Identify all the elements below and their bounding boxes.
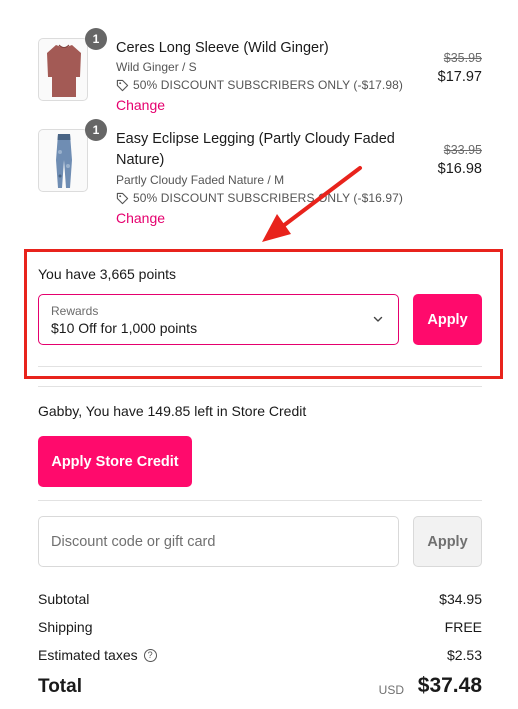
product-variant: Wild Ginger / S (116, 60, 197, 74)
quantity-badge: 1 (85, 28, 107, 50)
discount-line: 50% DISCOUNT SUBSCRIBERS ONLY (-$16.97) (116, 191, 403, 205)
taxes-value: $2.53 (446, 647, 482, 663)
product-name: Ceres Long Sleeve (Wild Ginger) (116, 40, 329, 56)
shipping-label: Shipping (38, 619, 93, 635)
line-item: 1 Easy Eclipse Legging (Partly Cloudy Fa… (38, 119, 482, 229)
divider (38, 500, 482, 501)
discount-code-input[interactable] (38, 516, 399, 567)
line-item: 1 Ceres Long Sleeve (Wild Ginger) Wild G… (38, 28, 482, 118)
discount-line: 50% DISCOUNT SUBSCRIBERS ONLY (-$17.98) (116, 78, 403, 92)
sale-price: $17.97 (437, 69, 482, 85)
taxes-label-group: Estimated taxes ? (38, 647, 157, 663)
product-variant: Partly Cloudy Faded Nature / M (116, 173, 285, 187)
sale-price: $16.98 (437, 161, 482, 177)
discount-text: 50% DISCOUNT SUBSCRIBERS ONLY (-$16.97) (133, 191, 403, 205)
product-name-line2: Nature) (116, 152, 165, 168)
change-link[interactable]: Change (116, 97, 165, 113)
divider (38, 386, 482, 387)
tag-icon (116, 79, 129, 91)
legging-image (38, 129, 88, 192)
product-name-line1: Easy Eclipse Legging (Partly Cloudy Fade… (116, 131, 395, 147)
quantity-badge: 1 (85, 119, 107, 141)
original-price: $35.95 (443, 51, 482, 65)
total-currency: USD (378, 683, 404, 697)
total-label: Total (38, 676, 82, 697)
shirt-image (38, 38, 88, 101)
total-value: $37.48 (417, 674, 482, 697)
subtotal-value: $34.95 (439, 591, 482, 607)
discount-text: 50% DISCOUNT SUBSCRIBERS ONLY (-$17.98) (133, 78, 403, 92)
subtotal-label: Subtotal (38, 591, 90, 607)
change-link[interactable]: Change (116, 210, 165, 226)
shipping-value: FREE (444, 619, 482, 635)
annotation-highlight-box (24, 249, 503, 379)
store-credit-text: Gabby, You have 149.85 left in Store Cre… (38, 403, 307, 419)
taxes-label: Estimated taxes (38, 647, 138, 663)
tag-icon (116, 192, 129, 204)
apply-store-credit-button[interactable]: Apply Store Credit (38, 436, 192, 487)
apply-discount-button[interactable]: Apply (413, 516, 482, 567)
question-icon[interactable]: ? (143, 648, 157, 662)
original-price: $33.95 (443, 143, 482, 157)
